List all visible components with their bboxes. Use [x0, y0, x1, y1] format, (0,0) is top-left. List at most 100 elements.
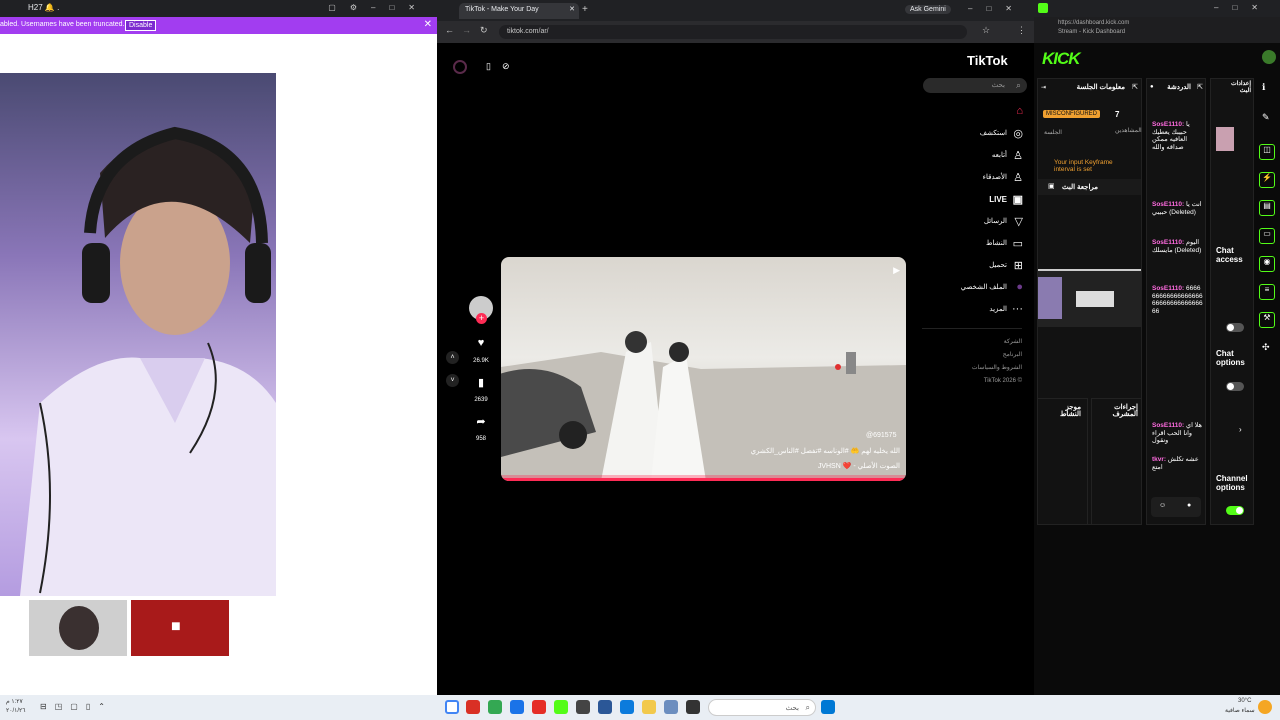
like-icon[interactable]: ♥ [469, 337, 493, 349]
folder-icon[interactable] [642, 700, 656, 714]
bookmark-star-icon[interactable]: ☆ [982, 25, 990, 36]
chat-username[interactable]: SosE1110: [1152, 239, 1184, 246]
chat-input[interactable]: ☺ ● [1151, 497, 1201, 517]
tab-tiktok[interactable]: TikTok - Make Your Day ✕ [459, 3, 579, 19]
chat-username[interactable]: SosE1110: [1152, 201, 1184, 208]
kick-logo[interactable]: KICK [1042, 49, 1081, 69]
widget-icon[interactable]: ◫ [1259, 144, 1275, 160]
search-input[interactable]: بحث ⌕ [923, 78, 1027, 93]
window-controls[interactable]: –□✕ [968, 4, 1026, 13]
menu-icon[interactable]: ⋮ [1017, 25, 1026, 36]
close-icon[interactable]: ✕ [424, 19, 432, 30]
chat-access-toggle[interactable] [1226, 323, 1244, 332]
nav-explore[interactable]: ◎ استكشف [927, 128, 1027, 145]
video-sound[interactable]: JVHSN ❤️ - الصوت الأصلي [818, 462, 900, 470]
taskbar-search[interactable]: بحث ⌕ [708, 699, 816, 716]
settings-icon[interactable]: ⊘ [502, 61, 510, 72]
footer-link[interactable]: البرنامج [922, 349, 1022, 362]
app-icon[interactable] [510, 700, 524, 714]
tiktok-logo[interactable]: TikTok [967, 53, 1008, 68]
chat-username[interactable]: SosE1110: [1152, 285, 1184, 292]
nav-following[interactable]: ♙ أتابعه [927, 150, 1027, 167]
app-icon[interactable] [466, 700, 480, 714]
chat-message[interactable]: SosE1110: انت يا حبيبي (Deleted) [1152, 201, 1204, 239]
new-tab-button[interactable]: + [582, 4, 588, 15]
channel-option-toggle[interactable] [1226, 506, 1244, 515]
device-icon[interactable]: ▯ [486, 61, 491, 72]
taskbar-date[interactable]: ٢٠/١/٢٦ [6, 707, 25, 714]
terminal-icon[interactable] [686, 700, 700, 714]
app-icon[interactable] [576, 700, 590, 714]
guest-thumbnail[interactable] [29, 600, 127, 656]
stream-review-header[interactable]: مراجعة البث ▣ [1038, 179, 1141, 195]
chat-username[interactable]: SosE1110: [1152, 121, 1184, 128]
footer-link[interactable]: الشروط والسياسات [922, 362, 1022, 375]
app-icon[interactable] [598, 700, 612, 714]
app-icon[interactable] [488, 700, 502, 714]
scroll-up-icon[interactable]: ˄ [446, 351, 459, 364]
avatar[interactable] [1262, 50, 1276, 64]
bookmark-icon[interactable]: ▮ [469, 376, 493, 389]
nav-upload[interactable]: ⊞ تحميل [927, 260, 1027, 277]
tray-icons[interactable]: ⊟◳▢▯⌃ [40, 702, 113, 711]
camera-off-thumbnail[interactable]: ■ [131, 600, 229, 656]
kick-icon[interactable] [554, 700, 568, 714]
weather-icon[interactable] [1258, 700, 1272, 714]
disable-button[interactable]: Disable [125, 20, 157, 31]
chat-option-toggle[interactable] [1226, 382, 1244, 391]
footer-link[interactable]: الشركة [922, 336, 1022, 349]
nav-friends[interactable]: ♙ الأصدقاء [927, 172, 1027, 189]
follow-plus-icon[interactable]: + [476, 313, 487, 324]
weather-desc[interactable]: سماء صافية [1225, 707, 1255, 714]
chat-username[interactable]: tkvr: [1152, 456, 1166, 463]
ask-gemini-button[interactable]: Ask Gemini [905, 5, 951, 14]
chrome-icon[interactable] [445, 700, 459, 714]
play-icon[interactable]: ▶ [893, 265, 900, 276]
url-line[interactable]: https://dashboard.kick.com [1058, 20, 1129, 26]
popout-icon[interactable]: ⇱ [1197, 83, 1203, 91]
forward-icon[interactable]: → [462, 25, 471, 35]
emote-icon[interactable]: ☺ [1159, 502, 1166, 509]
tools-icon[interactable]: ⚒ [1259, 312, 1275, 328]
chat-bubble-icon[interactable]: ▭ [1259, 228, 1275, 244]
window-controls[interactable]: ▢⚙–□✕ [328, 3, 429, 12]
chat-message[interactable]: SosE1110: هلا اي وانا الحب اقراء ونقول [1152, 422, 1204, 456]
broadcast-icon[interactable]: ◉ [1259, 256, 1275, 272]
chat-username[interactable]: SosE1110: [1152, 422, 1184, 429]
bolt-icon[interactable]: ⚡ [1259, 172, 1275, 188]
list-icon[interactable]: ≡ [1259, 284, 1275, 300]
windows-start-icon[interactable] [821, 700, 835, 714]
chevron-right-icon[interactable]: › [1239, 425, 1242, 434]
chat-message[interactable]: SosE1110: اليوم مايسلك (Deleted) [1152, 239, 1204, 285]
edge-icon[interactable] [620, 700, 634, 714]
nav-messages[interactable]: ▽ الرسائل [927, 216, 1027, 233]
popout-icon[interactable]: ⇱ [1132, 83, 1138, 91]
back-icon[interactable]: ← [445, 25, 454, 35]
apps-icon[interactable]: ✣ [1262, 342, 1270, 353]
weather-temp[interactable]: 30°C [1238, 698, 1251, 704]
nav-activity[interactable]: ▭ النشاط [927, 238, 1027, 255]
nav-home[interactable]: ⌂ [927, 105, 1027, 123]
close-icon[interactable]: ✕ [569, 5, 575, 13]
chat-message[interactable]: tkvr: عشه تكلش امتع [1152, 456, 1204, 480]
edit-icon[interactable]: ✎ [1262, 112, 1270, 123]
app-icon[interactable] [664, 700, 678, 714]
scroll-down-icon[interactable]: ˅ [446, 374, 459, 387]
video-player[interactable]: ▶ @691575 الله يخليه لهم 🤲 #الوناسه #تفص… [501, 257, 906, 481]
live-indicator-icon[interactable] [453, 60, 467, 74]
youtube-icon[interactable] [532, 700, 546, 714]
stream-thumbnail[interactable] [1216, 127, 1234, 151]
nav-profile[interactable]: ● الملف الشخصي [927, 281, 1027, 299]
share-icon[interactable]: ➦ [469, 415, 493, 428]
nav-live[interactable]: ▣ LIVE [927, 194, 1027, 211]
window-controls[interactable]: –□✕ [1214, 3, 1272, 12]
chat-message[interactable]: SosE1110: 666666666666666666666666666666… [1152, 285, 1204, 422]
nav-more[interactable]: ··· المزيد [927, 303, 1027, 321]
send-icon[interactable]: ● [1187, 502, 1191, 509]
taskbar-clock[interactable]: ١:٢٧ م [6, 698, 23, 705]
reload-icon[interactable]: ↻ [480, 25, 488, 36]
address-bar[interactable]: tiktok.com/ar/ [499, 25, 967, 39]
collapse-icon[interactable]: ⇥ [1041, 84, 1046, 91]
doc-icon[interactable]: ▤ [1259, 200, 1275, 216]
stream-preview[interactable] [1038, 269, 1141, 327]
